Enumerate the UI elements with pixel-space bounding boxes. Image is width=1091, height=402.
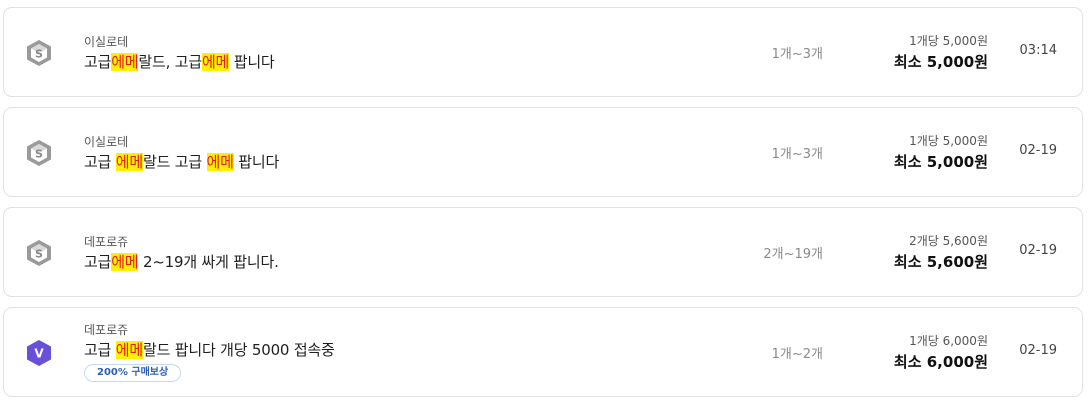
title-text: 고급 — [84, 341, 116, 359]
seller-name: 데포로쥬 — [84, 323, 129, 337]
title-text: 팝니다 — [233, 153, 280, 171]
quantity-range: 1개~2개 — [771, 347, 823, 362]
title-highlight: 에메 — [206, 153, 234, 171]
min-price: 최소 5,000원 — [893, 53, 988, 71]
svg-text:S: S — [35, 148, 43, 161]
s-coin-hexagon-icon: S — [25, 139, 53, 167]
listing-card[interactable]: S 데포로쥬 고급에메 2~19개 싸게 팝니다. 2개~19개 2개당 5,6… — [3, 207, 1083, 297]
listing-title[interactable]: 고급에메랄드, 고급에메 팝니다 — [84, 51, 275, 72]
title-highlight: 에메 — [115, 341, 143, 359]
listing-title[interactable]: 고급에메 2~19개 싸게 팝니다. — [84, 251, 279, 272]
title-text: 고급 — [84, 153, 116, 171]
listing-time: 02-19 — [1019, 243, 1057, 258]
s-coin-hexagon-icon: S — [25, 239, 53, 267]
quantity-range: 2개~19개 — [763, 247, 823, 262]
s-coin-hexagon-icon: S — [25, 39, 53, 67]
seller-name: 이실로테 — [84, 135, 129, 149]
listing-time: 02-19 — [1019, 343, 1057, 358]
unit-price: 1개당 6,000원 — [909, 334, 988, 348]
title-text: 고급 — [84, 253, 112, 271]
listing-time: 02-19 — [1019, 143, 1057, 158]
listing-card[interactable]: V 데포로쥬 고급 에메랄드 팝니다 개당 5000 접속중 200% 구매보상… — [3, 307, 1083, 397]
title-text: 랄드 고급 — [142, 153, 207, 171]
listing-card[interactable]: S 이실로테 고급에메랄드, 고급에메 팝니다 1개~3개 1개당 5,000원… — [3, 7, 1083, 97]
svg-text:S: S — [35, 48, 43, 61]
unit-price: 2개당 5,600원 — [909, 234, 988, 248]
v-verified-hexagon-icon: V — [25, 339, 53, 367]
title-text: 2~19개 싸게 팝니다. — [138, 253, 279, 271]
seller-name: 데포로쥬 — [84, 235, 129, 249]
quantity-range: 1개~3개 — [771, 47, 823, 62]
title-text: 팝니다 — [229, 53, 275, 71]
title-highlight: 에메 — [201, 53, 230, 71]
title-text: 고급 — [84, 53, 112, 71]
unit-price: 1개당 5,000원 — [909, 34, 988, 48]
title-highlight: 에메 — [115, 153, 143, 171]
title-highlight: 에메 — [111, 53, 139, 71]
listing-card[interactable]: S 이실로테 고급 에메랄드 고급 에메 팝니다 1개~3개 1개당 5,000… — [3, 107, 1083, 197]
title-highlight: 에메 — [111, 253, 139, 271]
purchase-guarantee-tag: 200% 구매보상 — [84, 364, 182, 382]
seller-name: 이실로테 — [84, 35, 129, 49]
listing-time: 03:14 — [1019, 43, 1057, 58]
quantity-range: 1개~3개 — [771, 147, 823, 162]
min-price: 최소 5,600원 — [893, 253, 988, 271]
listing-list: S 이실로테 고급에메랄드, 고급에메 팝니다 1개~3개 1개당 5,000원… — [0, 0, 1091, 402]
title-text: 랄드, 고급 — [138, 53, 202, 71]
min-price: 최소 6,000원 — [893, 353, 988, 371]
unit-price: 1개당 5,000원 — [909, 134, 988, 148]
listing-title[interactable]: 고급 에메랄드 팝니다 개당 5000 접속중 — [84, 339, 335, 360]
title-text: 랄드 팝니다 개당 5000 접속중 — [142, 341, 335, 359]
listing-title[interactable]: 고급 에메랄드 고급 에메 팝니다 — [84, 151, 279, 172]
svg-text:S: S — [35, 248, 43, 261]
min-price: 최소 5,000원 — [893, 153, 988, 171]
badge-letter: V — [34, 347, 44, 361]
